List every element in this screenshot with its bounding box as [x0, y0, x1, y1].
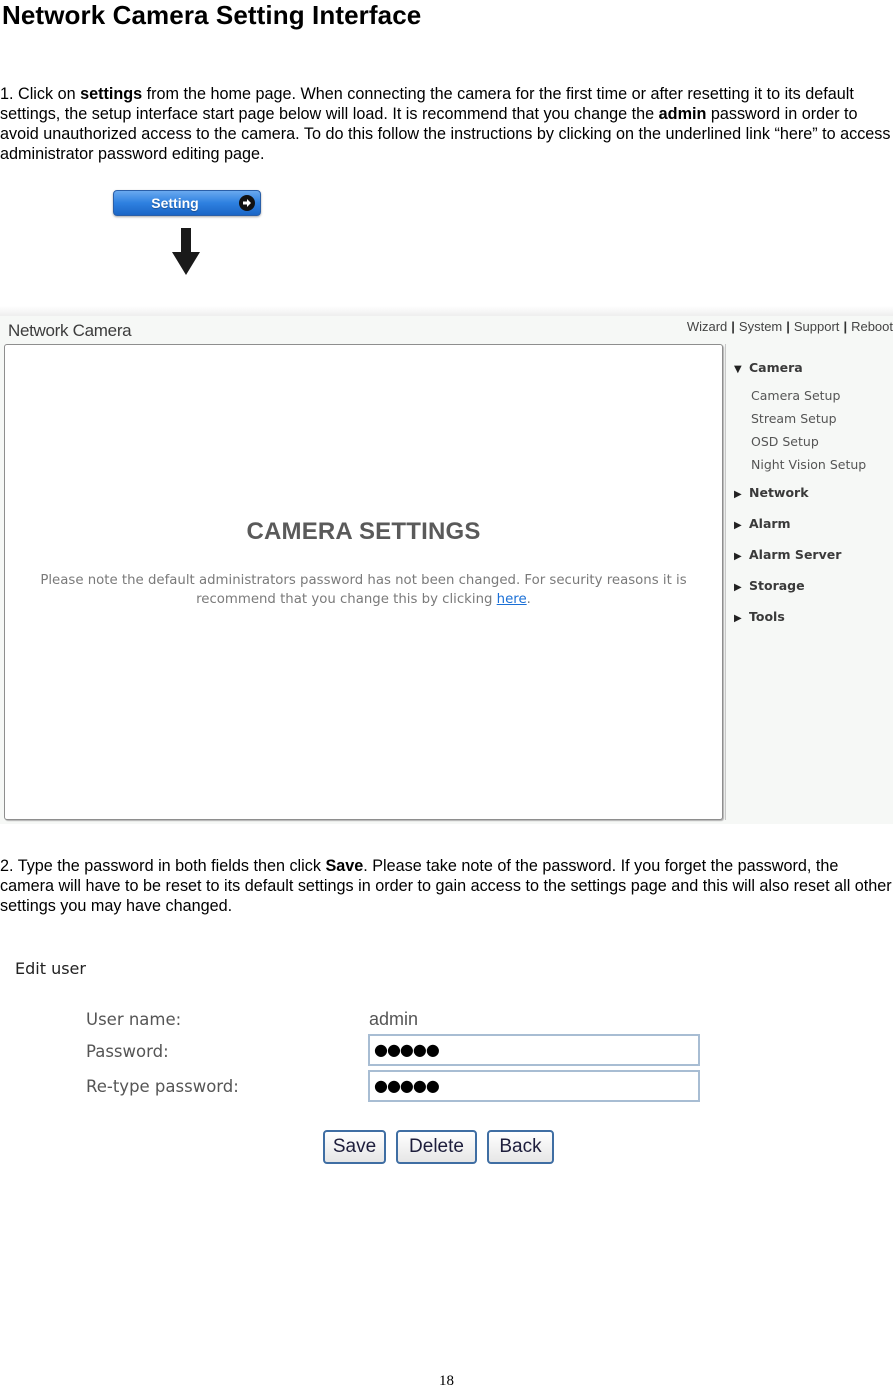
caret-down-icon: ▼ — [734, 364, 742, 375]
nav-link-support[interactable]: Support — [794, 319, 840, 334]
sidebar-item-osd-setup[interactable]: OSD Setup — [751, 434, 819, 449]
note-text-end: . — [526, 592, 531, 607]
setting-button[interactable]: Setting — [113, 190, 261, 216]
retype-password-input[interactable]: ●●●●● — [368, 1070, 700, 1102]
delete-button[interactable]: Delete — [396, 1130, 477, 1164]
section-label: Camera — [749, 360, 803, 375]
note-text: Please note the default administrators p… — [40, 573, 687, 607]
camera-settings-screenshot: Network Camera Wizard | System | Support | Reb… — [0, 306, 893, 824]
step-1-paragraph: 1. Click on settings from the home page.… — [0, 84, 893, 164]
arrow-right-circle-icon — [239, 195, 255, 211]
document-title: Network Camera Setting Interface — [2, 0, 422, 30]
top-nav: Wizard | System | Support | Reboot — [687, 319, 893, 334]
back-button[interactable]: Back — [487, 1130, 554, 1164]
section-label: Alarm Server — [749, 547, 842, 562]
sidebar-section-camera[interactable]: ▼ Camera — [734, 360, 803, 375]
sidebar-item-stream-setup[interactable]: Stream Setup — [751, 411, 837, 426]
nav-separator: | — [731, 319, 735, 334]
page-number: 18 — [439, 1373, 454, 1389]
password-warning-note: Please note the default administrators p… — [5, 571, 722, 609]
brand-title: Network Camera — [8, 321, 132, 340]
nav-link-reboot[interactable]: Reboot — [851, 319, 893, 334]
here-link[interactable]: here — [497, 592, 527, 607]
save-button[interactable]: Save — [323, 1130, 386, 1164]
section-label: Tools — [749, 609, 785, 624]
caret-right-icon: ▶ — [734, 551, 742, 562]
save-keyword: Save — [325, 857, 364, 875]
sidebar-section-tools[interactable]: ▶ Tools — [734, 609, 785, 624]
caret-right-icon: ▶ — [734, 520, 742, 531]
setting-button-label: Setting — [151, 195, 199, 211]
settings-keyword: settings — [80, 85, 143, 103]
caret-right-icon: ▶ — [734, 613, 742, 624]
password-input[interactable]: ●●●●● — [368, 1034, 700, 1066]
username-label: User name: — [86, 1010, 182, 1029]
camera-settings-heading: CAMERA SETTINGS — [246, 518, 481, 545]
edit-user-screenshot: Edit user User name: admin Password: ●●●… — [0, 948, 893, 1178]
username-value: admin — [369, 1009, 419, 1029]
sidebar-section-alarm[interactable]: ▶ Alarm — [734, 516, 791, 531]
sidebar-menu: ▼ Camera Camera Setup Stream Setup OSD Se… — [725, 344, 893, 820]
retype-password-label: Re-type password: — [86, 1077, 239, 1096]
step-2-paragraph: 2. Type the password in both fields then… — [0, 856, 893, 916]
section-label: Network — [749, 485, 809, 500]
nav-link-system[interactable]: System — [739, 319, 782, 334]
sidebar-section-storage[interactable]: ▶ Storage — [734, 578, 805, 593]
sidebar-item-camera-setup[interactable]: Camera Setup — [751, 388, 840, 403]
step-2-text: 2. Type the password in both fields then… — [0, 857, 326, 875]
admin-keyword: admin — [658, 105, 707, 123]
section-label: Storage — [749, 578, 805, 593]
nav-link-wizard[interactable]: Wizard — [687, 319, 727, 334]
header-band — [0, 306, 893, 316]
main-content-panel: CAMERA SETTINGS Please note the default … — [4, 344, 723, 820]
nav-separator: | — [786, 319, 790, 334]
caret-right-icon: ▶ — [734, 582, 742, 593]
step-1-text: 1. Click on — [0, 85, 81, 103]
caret-right-icon: ▶ — [734, 489, 742, 500]
nav-separator: | — [843, 319, 848, 334]
edit-user-title: Edit user — [15, 959, 86, 978]
password-label: Password: — [86, 1042, 169, 1061]
sidebar-section-network[interactable]: ▶ Network — [734, 485, 809, 500]
down-arrow-icon — [172, 228, 200, 281]
section-label: Alarm — [749, 516, 791, 531]
sidebar-section-alarm-server[interactable]: ▶ Alarm Server — [734, 547, 841, 562]
sidebar-item-night-vision-setup[interactable]: Night Vision Setup — [751, 457, 866, 472]
